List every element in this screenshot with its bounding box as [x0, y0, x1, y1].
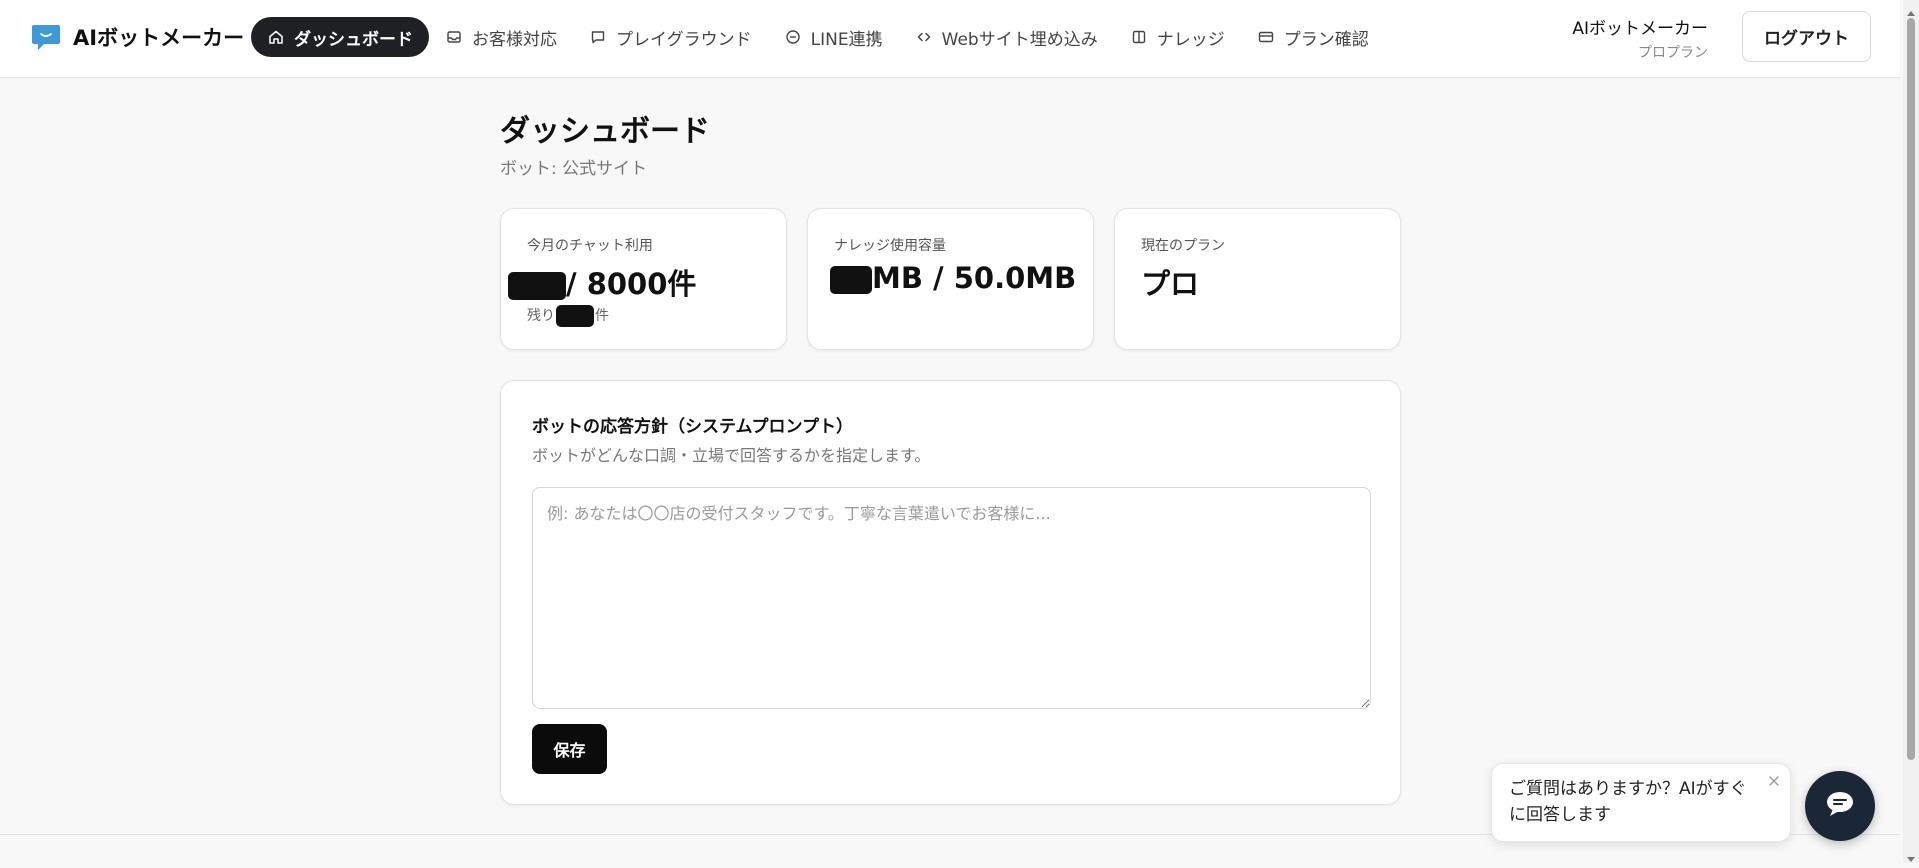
- home-icon: [267, 28, 285, 46]
- page-title: ダッシュボード: [500, 114, 710, 149]
- scroll-up-arrow-icon[interactable]: [1906, 4, 1916, 16]
- nav-item-dashboard[interactable]: ダッシュボード: [251, 17, 429, 57]
- nav-item-web-embed[interactable]: Webサイト埋め込み: [899, 17, 1114, 57]
- knowledge-usage-card: ナレッジ使用容量 MB / 50.0MB: [807, 208, 1094, 350]
- stat-value: プロ: [1141, 267, 1200, 301]
- user-info: AIボットメーカー プロプラン: [1572, 14, 1708, 62]
- chat-widget-message: ご質問はありますか？AIがすぐに回答します: [1509, 779, 1747, 825]
- chat-usage-card: 今月のチャット利用 / 8000件 残り 件: [500, 208, 787, 350]
- user-plan: プロプラン: [1638, 45, 1708, 61]
- prompt-title: ボットの応答方針（システムプロンプト）: [532, 417, 853, 437]
- user-name: AIボットメーカー: [1572, 19, 1708, 39]
- page-subtitle: ボット: 公式サイト: [500, 159, 648, 179]
- chat-widget-button[interactable]: [1805, 771, 1875, 841]
- save-button[interactable]: 保存: [532, 724, 607, 774]
- stat-label: 今月のチャット利用: [527, 238, 653, 254]
- chat-bubble-icon: [589, 28, 607, 46]
- nav-item-label: ダッシュボード: [294, 29, 413, 50]
- system-prompt-panel: ボットの応答方針（システムプロンプト） ボットがどんな口調・立場で回答するかを指…: [500, 380, 1401, 805]
- logout-button[interactable]: ログアウト: [1742, 11, 1871, 62]
- credit-card-icon: [1257, 28, 1275, 46]
- stat-value: / 8000件: [508, 261, 696, 303]
- stat-remaining: 残り 件: [527, 305, 609, 327]
- nav-item-playground[interactable]: プレイグラウンド: [573, 17, 768, 57]
- main-nav: ダッシュボード お客様対応 プレイグラウンド LINE連携 Webサイト埋め込み: [251, 17, 1385, 57]
- scroll-down-arrow-icon[interactable]: [1906, 849, 1916, 862]
- redacted-value: [508, 272, 566, 300]
- nav-item-label: プラン確認: [1283, 29, 1369, 50]
- remaining-suffix: 件: [595, 308, 609, 324]
- remaining-prefix: 残り: [527, 308, 555, 324]
- brand-name: AIボットメーカー: [73, 26, 245, 50]
- nav-item-label: ナレッジ: [1156, 29, 1225, 50]
- inbox-icon: [445, 28, 463, 46]
- page-scrollbar[interactable]: [1903, 0, 1919, 863]
- stat-label: 現在のプラン: [1141, 238, 1225, 254]
- stat-value-suffix: MB / 50.0MB: [872, 261, 1077, 295]
- nav-item-label: Webサイト埋め込み: [941, 29, 1098, 50]
- system-prompt-textarea[interactable]: [532, 487, 1371, 709]
- chat-bubble-icon: [1825, 790, 1855, 822]
- line-circle-icon: [784, 28, 802, 46]
- nav-item-customer-support[interactable]: お客様対応: [429, 17, 573, 57]
- nav-item-label: お客様対応: [472, 29, 557, 50]
- chat-logo-icon: [31, 22, 61, 52]
- prompt-description: ボットがどんな口調・立場で回答するかを指定します。: [532, 446, 931, 465]
- stat-value: MB / 50.0MB: [830, 261, 1076, 295]
- code-icon: [915, 28, 933, 46]
- redacted-value: [556, 305, 594, 327]
- brand[interactable]: AIボットメーカー: [31, 22, 244, 52]
- stat-label: ナレッジ使用容量: [834, 238, 946, 254]
- redacted-value: [830, 266, 872, 294]
- current-plan-card: 現在のプラン プロ: [1114, 208, 1401, 350]
- nav-item-knowledge[interactable]: ナレッジ: [1114, 17, 1241, 57]
- close-icon[interactable]: [1765, 772, 1783, 790]
- nav-item-label: LINE連携: [810, 29, 883, 50]
- chat-widget-popup[interactable]: ご質問はありますか？AIがすぐに回答します: [1491, 763, 1791, 842]
- book-icon: [1130, 28, 1148, 46]
- nav-item-line[interactable]: LINE連携: [768, 17, 899, 57]
- scrollbar-thumb[interactable]: [1907, 18, 1915, 760]
- nav-item-plan[interactable]: プラン確認: [1241, 17, 1385, 57]
- top-navigation-bar: AIボットメーカー ダッシュボード お客様対応 プレイグラウンド LINE連携: [0, 0, 1900, 78]
- stat-value-suffix: / 8000件: [566, 267, 697, 301]
- nav-item-label: プレイグラウンド: [616, 29, 752, 50]
